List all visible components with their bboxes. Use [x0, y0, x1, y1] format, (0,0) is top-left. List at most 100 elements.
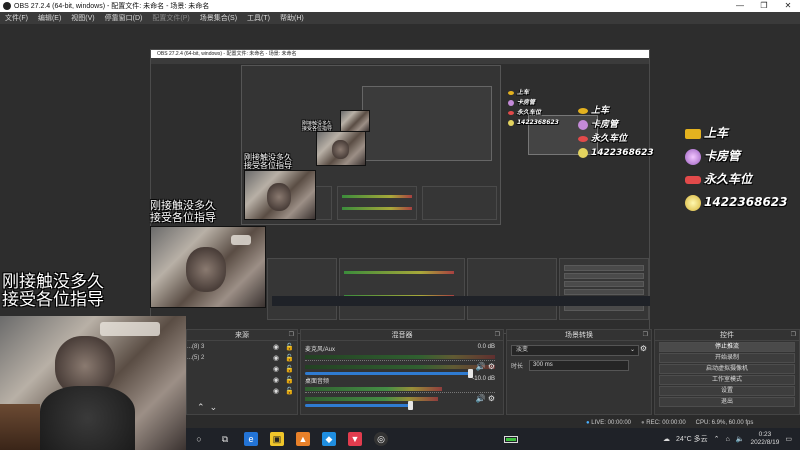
sources-dock: 来源 ❐ ...(8) 3 ◉ 🔓 ...(5) 2 ◉ 🔓 ◉ 🔓 ◉ 🔓 ◉ 🔓 ⌃ ⌄: [186, 329, 298, 415]
battery-icon[interactable]: [504, 432, 518, 446]
chevron-up-icon[interactable]: ⌃: [714, 435, 720, 443]
sources-title: 来源: [235, 332, 249, 339]
source-item[interactable]: ◉ 🔓: [187, 385, 297, 396]
live-status: ● LIVE: 00:00:00: [586, 420, 631, 426]
menu-edit[interactable]: 编辑(E): [33, 13, 66, 23]
menu-scene-collection[interactable]: 场景集合(S): [195, 13, 242, 23]
mixer-channel-desktop: 桌面音频 -10.0 dB 🔊 ⚙: [305, 376, 495, 410]
lock-icon[interactable]: 🔓: [285, 376, 294, 384]
volume-meter: [305, 387, 442, 391]
nested-mixer-dock: [337, 186, 417, 220]
dock-undock-icon[interactable]: ❐: [289, 330, 294, 341]
menu-profile[interactable]: 配置文件(P): [147, 13, 194, 23]
menu-file[interactable]: 文件(F): [0, 13, 33, 23]
nested-webcam-frame-4: [340, 110, 370, 132]
maximize-button[interactable]: ❐: [752, 0, 776, 12]
eye-icon[interactable]: ◉: [273, 354, 279, 362]
dock-undock-icon[interactable]: ❐: [643, 330, 648, 341]
speaker-icon[interactable]: 🔊: [476, 394, 486, 403]
gear-icon[interactable]: ⚙: [488, 394, 495, 403]
nested-menubar: [151, 58, 649, 64]
windows-taskbar: ○ ⧉ e ▣ ▲ ◆ ▼ ◎ ☁ 24°C 多云 ⌃ ⌂ 🔈 0:23 202…: [186, 428, 800, 450]
gold-bar-icon: [578, 108, 588, 114]
menu-help[interactable]: 帮助(H): [275, 13, 309, 23]
source-label: ...(8) 3: [187, 343, 205, 350]
cpu-status: CPU: 6.9%, 60.00 fps: [695, 420, 754, 426]
eye-icon[interactable]: ◉: [273, 387, 279, 395]
source-item[interactable]: ◉ 🔓: [187, 374, 297, 385]
slider-knob[interactable]: [408, 401, 413, 410]
exit-button[interactable]: 退出: [659, 397, 795, 407]
menu-tools[interactable]: 工具(T): [242, 13, 275, 23]
dock-undock-icon[interactable]: ❐: [495, 330, 500, 341]
notification-icon[interactable]: ▭: [785, 435, 792, 443]
settings-button[interactable]: 设置: [659, 386, 795, 396]
app-orange-icon[interactable]: ▲: [296, 432, 310, 446]
controls-dock: 控件 ❐ 停止推流 开始录制 启动虚拟摄像机 工作室模式 设置 退出: [654, 329, 800, 415]
car-icon: [685, 175, 701, 184]
badge-icon: [578, 148, 588, 158]
clock[interactable]: 0:23 2022/8/19: [750, 431, 779, 447]
minimize-button[interactable]: —: [728, 0, 752, 12]
menu-view[interactable]: 视图(V): [66, 13, 99, 23]
webcam-video: [0, 316, 186, 450]
speaker-icon[interactable]: 🔊: [476, 362, 486, 371]
nested-caption-3: 刚接触没多久 接受各位指导: [302, 121, 333, 133]
crown-icon: [578, 120, 588, 130]
caption-text: 刚接触没多久 接受各位指导: [2, 272, 104, 310]
search-icon[interactable]: ○: [192, 432, 206, 446]
edge-icon[interactable]: e: [244, 432, 258, 446]
mixer-title: 混音器: [391, 332, 413, 339]
window-title: OBS 27.2.4 (64-bit, windows) - 配置文件: 未命名…: [14, 3, 210, 10]
volume-slider[interactable]: [305, 401, 413, 410]
clock-time: 0:23: [758, 431, 772, 438]
nested-controls-dock: [422, 186, 497, 220]
eye-icon[interactable]: ◉: [273, 376, 279, 384]
obs-taskbar-icon[interactable]: ◎: [374, 432, 388, 446]
nested-webcam-frame-2: [244, 170, 316, 220]
start-virtual-camera-button[interactable]: 启动虚拟摄像机: [659, 364, 795, 374]
source-item[interactable]: ...(8) 3 ◉ 🔓: [187, 341, 297, 352]
nested-caption-1: 刚接触没多久 接受各位指导: [150, 199, 216, 224]
nested-mixer-dock-2: [339, 258, 465, 320]
menu-docks[interactable]: 停靠窗口(D): [100, 13, 148, 23]
volume-slider[interactable]: [305, 369, 473, 378]
duration-label: 时长: [511, 364, 524, 370]
stop-streaming-button[interactable]: 停止推流: [659, 342, 795, 352]
system-tray: ☁ 24°C 多云 ⌃ ⌂ 🔈 0:23 2022/8/19 ▭: [663, 428, 800, 450]
start-recording-button[interactable]: 开始录制: [659, 353, 795, 363]
gear-icon[interactable]: ⚙: [640, 344, 647, 353]
preview-canvas[interactable]: OBS 27.2.4 (64-bit, windows) - 配置文件: 未命名…: [0, 24, 800, 334]
close-button[interactable]: ✕: [776, 0, 800, 12]
lock-icon[interactable]: 🔓: [285, 365, 294, 373]
rec-icon: ●: [641, 420, 645, 426]
source-item[interactable]: ◉ 🔓: [187, 363, 297, 374]
lock-icon[interactable]: 🔓: [285, 343, 294, 351]
gear-icon[interactable]: ⚙: [488, 362, 495, 371]
transition-select[interactable]: 淡变 ⌄: [511, 345, 639, 356]
studio-mode-button[interactable]: 工作室模式: [659, 375, 795, 385]
source-item[interactable]: ...(5) 2 ◉ 🔓: [187, 352, 297, 363]
volume-icon[interactable]: 🔈: [736, 435, 745, 443]
eye-icon[interactable]: ◉: [273, 365, 279, 373]
mixer-channel-mic: 麦克风/Aux 0.0 dB 🔊 ⚙: [305, 344, 495, 378]
network-icon[interactable]: ⌂: [726, 436, 730, 443]
transition-selected: 淡变: [516, 347, 529, 353]
eye-icon[interactable]: ◉: [273, 343, 279, 351]
app-blue-icon[interactable]: ◆: [322, 432, 336, 446]
move-down-icon[interactable]: ⌄: [210, 402, 218, 412]
lock-icon[interactable]: 🔓: [285, 354, 294, 362]
lock-icon[interactable]: 🔓: [285, 387, 294, 395]
menu-bar: 文件(F) 编辑(E) 视图(V) 停靠窗口(D) 配置文件(P) 场景集合(S…: [0, 12, 800, 24]
nested-webcam-frame-3: [316, 131, 366, 166]
dock-undock-icon[interactable]: ❐: [791, 330, 796, 341]
badge-icon: [685, 194, 701, 211]
app-yellow-icon[interactable]: ▣: [270, 432, 284, 446]
gold-bar-icon: [685, 128, 701, 139]
duration-input[interactable]: 300 ms: [529, 360, 630, 371]
app-red-icon[interactable]: ▼: [348, 432, 362, 446]
weather-text[interactable]: 24°C 多云: [676, 434, 708, 444]
cloud-icon: ☁: [663, 436, 671, 443]
task-view-icon[interactable]: ⧉: [218, 432, 232, 446]
move-up-icon[interactable]: ⌃: [197, 402, 205, 412]
